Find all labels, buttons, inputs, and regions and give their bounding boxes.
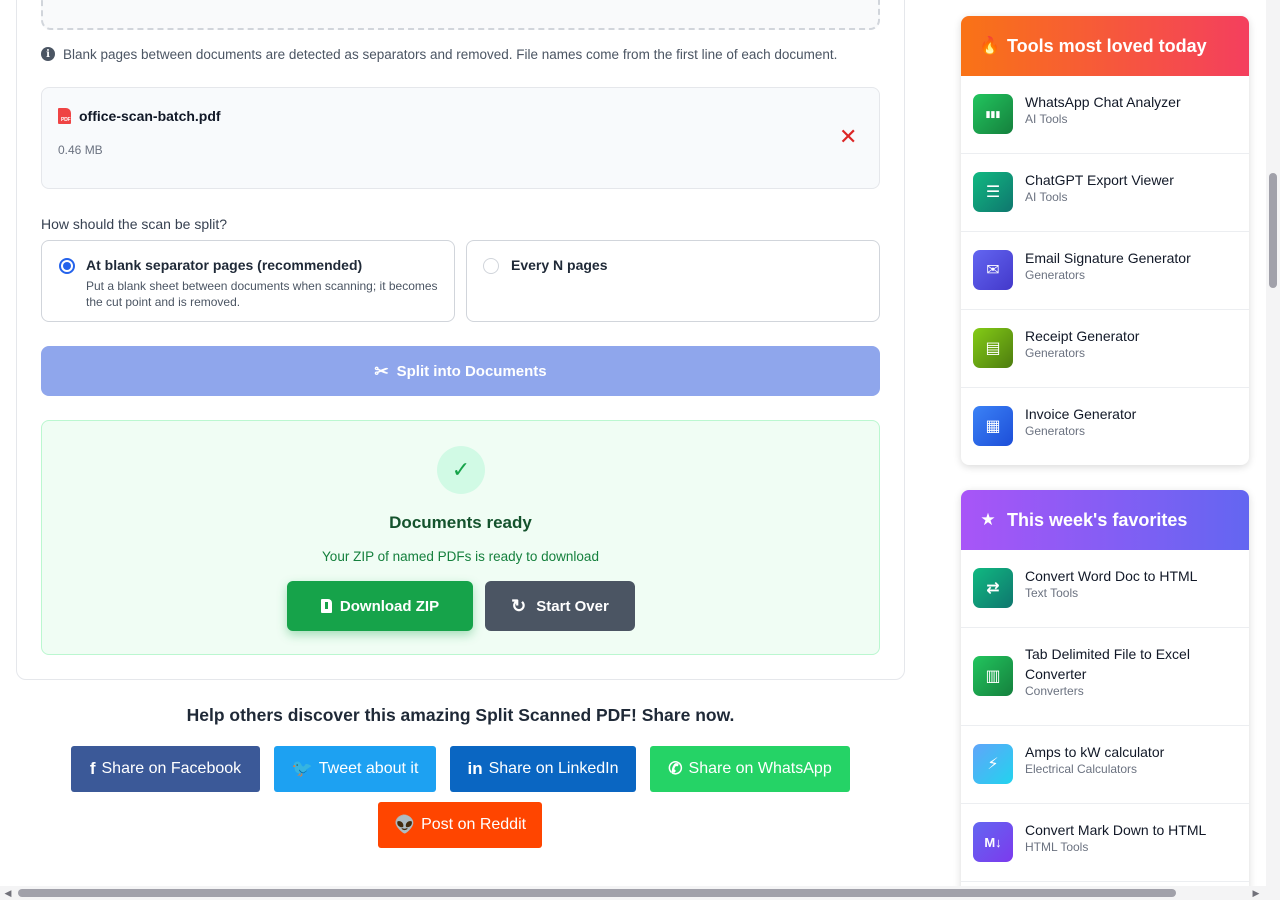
tool-item[interactable]: ▤ Receipt Generator Generators xyxy=(961,310,1249,388)
split-option-blank-pages[interactable]: At blank separator pages (recommended) P… xyxy=(41,240,455,322)
panel-header: ★ This week's favorites xyxy=(961,490,1249,550)
scroll-left-icon[interactable]: ◀ xyxy=(3,888,13,898)
scroll-right-icon[interactable]: ▶ xyxy=(1251,888,1261,898)
reddit-icon: 👽 xyxy=(393,815,416,834)
start-over-button[interactable]: ↻ Start Over xyxy=(485,581,635,631)
facebook-icon: f xyxy=(89,759,96,778)
uploaded-file-card: PDF office-scan-batch.pdf 0.46 MB ✕ xyxy=(41,87,880,189)
tool-item[interactable]: ☰ ChatGPT Export Viewer AI Tools xyxy=(961,154,1249,232)
weekly-favorites-panel: ★ This week's favorites ⇄ Convert Word D… xyxy=(961,490,1249,890)
option-title: At blank separator pages (recommended) xyxy=(86,257,363,273)
result-title: Documents ready xyxy=(389,513,532,532)
tool-name: Receipt Generator xyxy=(1025,328,1140,344)
tool-name: ChatGPT Export Viewer xyxy=(1025,172,1174,188)
panel-header: 🔥 Tools most loved today xyxy=(961,16,1249,76)
horizontal-scrollbar[interactable]: ◀ ▶ xyxy=(0,886,1266,900)
share-label: Share on LinkedIn xyxy=(488,760,619,777)
chart-bars-icon: ▮▮▮ xyxy=(973,94,1013,134)
tool-category: Converters xyxy=(1025,684,1084,698)
tool-name: Convert Word Doc to HTML xyxy=(1025,568,1198,584)
radio-blank-pages[interactable] xyxy=(59,258,75,274)
radio-every-n-pages[interactable] xyxy=(483,258,499,274)
zip-file-icon xyxy=(320,599,332,613)
info-text: Blank pages between documents are detect… xyxy=(63,46,838,62)
start-over-label: Start Over xyxy=(536,597,609,615)
tool-name: WhatsApp Chat Analyzer xyxy=(1025,94,1181,110)
horizontal-scroll-thumb[interactable] xyxy=(18,889,1176,897)
check-icon: ✓ xyxy=(437,446,485,494)
whatsapp-icon: ✆ xyxy=(668,759,683,778)
pdf-file-icon: PDF xyxy=(58,108,71,124)
vertical-scrollbar[interactable] xyxy=(1266,0,1280,900)
share-facebook-button[interactable]: f Share on Facebook xyxy=(71,746,260,792)
share-heading: Help others discover this amazing Split … xyxy=(186,705,735,725)
file-size: 0.46 MB xyxy=(58,143,103,157)
upload-dropzone[interactable] xyxy=(41,0,880,30)
share-label: Share on WhatsApp xyxy=(688,760,832,777)
tool-category: AI Tools xyxy=(1025,190,1068,204)
tool-category: Generators xyxy=(1025,346,1086,360)
tool-category: Electrical Calculators xyxy=(1025,762,1138,776)
tool-item[interactable]: ✉ Email Signature Generator Generators xyxy=(961,232,1249,310)
tools-loved-panel: 🔥 Tools most loved today ▮▮▮ WhatsApp Ch… xyxy=(961,16,1249,465)
fire-icon: 🔥 xyxy=(979,36,1001,55)
redo-icon: ↻ xyxy=(511,596,527,616)
share-label: Tweet about it xyxy=(318,760,419,777)
option-description: Put a blank sheet between documents when… xyxy=(86,279,438,309)
panel-title: Tools most loved today xyxy=(1007,35,1207,56)
tool-name: Amps to kW calculator xyxy=(1025,744,1165,760)
file-name-row: PDF office-scan-batch.pdf xyxy=(58,108,221,124)
info-circle-icon: i xyxy=(41,47,55,61)
split-button-label: Split into Documents xyxy=(396,362,547,380)
tool-name: Email Signature Generator xyxy=(1025,250,1191,266)
tool-item[interactable]: ▥ Tab Delimited File to Excel Converter … xyxy=(961,628,1249,726)
tool-item[interactable]: ⇄ Convert Word Doc to HTML Text Tools xyxy=(961,550,1249,628)
tool-category: HTML Tools xyxy=(1025,840,1089,854)
markdown-icon: M↓ xyxy=(973,822,1013,862)
share-reddit-button[interactable]: 👽 Post on Reddit xyxy=(378,802,542,848)
envelope-icon: ✉ xyxy=(973,250,1013,290)
share-label: Share on Facebook xyxy=(101,760,242,777)
share-linkedin-button[interactable]: in Share on LinkedIn xyxy=(450,746,636,792)
scissors-icon: ✂ xyxy=(374,361,389,381)
tool-name: Tab Delimited File to Excel Converter xyxy=(1025,646,1190,682)
share-whatsapp-button[interactable]: ✆ Share on WhatsApp xyxy=(650,746,850,792)
spreadsheet-icon: ▥ xyxy=(973,656,1013,696)
download-zip-button[interactable]: Download ZIP xyxy=(287,581,473,631)
tool-category: Text Tools xyxy=(1025,586,1079,600)
lightning-icon: ⚡ xyxy=(973,744,1013,784)
invoice-icon: ▦ xyxy=(973,406,1013,446)
tool-item[interactable]: M↓ Convert Mark Down to HTML HTML Tools xyxy=(961,804,1249,882)
linkedin-icon: in xyxy=(467,759,483,778)
chat-export-icon: ☰ xyxy=(973,172,1013,212)
tool-item[interactable]: ▦ Invoice Generator Generators xyxy=(961,388,1249,465)
result-subtitle: Your ZIP of named PDFs is ready to downl… xyxy=(322,549,599,564)
word-to-html-icon: ⇄ xyxy=(973,568,1013,608)
split-into-documents-button[interactable]: ✂ Split into Documents xyxy=(41,346,880,396)
share-twitter-button[interactable]: 🐦 Tweet about it xyxy=(274,746,436,792)
file-name: office-scan-batch.pdf xyxy=(79,108,221,124)
info-note: i Blank pages between documents are dete… xyxy=(41,45,837,63)
star-icon: ★ xyxy=(980,510,996,529)
split-option-every-n-pages[interactable]: Every N pages xyxy=(466,240,880,322)
twitter-icon: 🐦 xyxy=(291,759,313,778)
vertical-scroll-thumb[interactable] xyxy=(1269,173,1277,288)
tool-category: Generators xyxy=(1025,268,1086,282)
share-label: Post on Reddit xyxy=(421,816,527,833)
tool-item[interactable]: ⚡ Amps to kW calculator Electrical Calcu… xyxy=(961,726,1249,804)
tool-item[interactable]: ▮▮▮ WhatsApp Chat Analyzer AI Tools xyxy=(961,76,1249,154)
receipt-icon: ▤ xyxy=(973,328,1013,368)
tool-name: Convert Mark Down to HTML xyxy=(1025,822,1207,838)
remove-file-icon[interactable]: ✕ xyxy=(839,126,857,148)
result-panel: ✓ Documents ready Your ZIP of named PDFs… xyxy=(41,420,880,655)
panel-title: This week's favorites xyxy=(1007,509,1188,530)
option-title: Every N pages xyxy=(511,257,608,273)
tool-name: Invoice Generator xyxy=(1025,406,1137,422)
tool-category: AI Tools xyxy=(1025,112,1068,126)
download-label: Download ZIP xyxy=(339,597,440,615)
split-method-label: How should the scan be split? xyxy=(41,216,227,232)
tool-category: Generators xyxy=(1025,424,1086,438)
